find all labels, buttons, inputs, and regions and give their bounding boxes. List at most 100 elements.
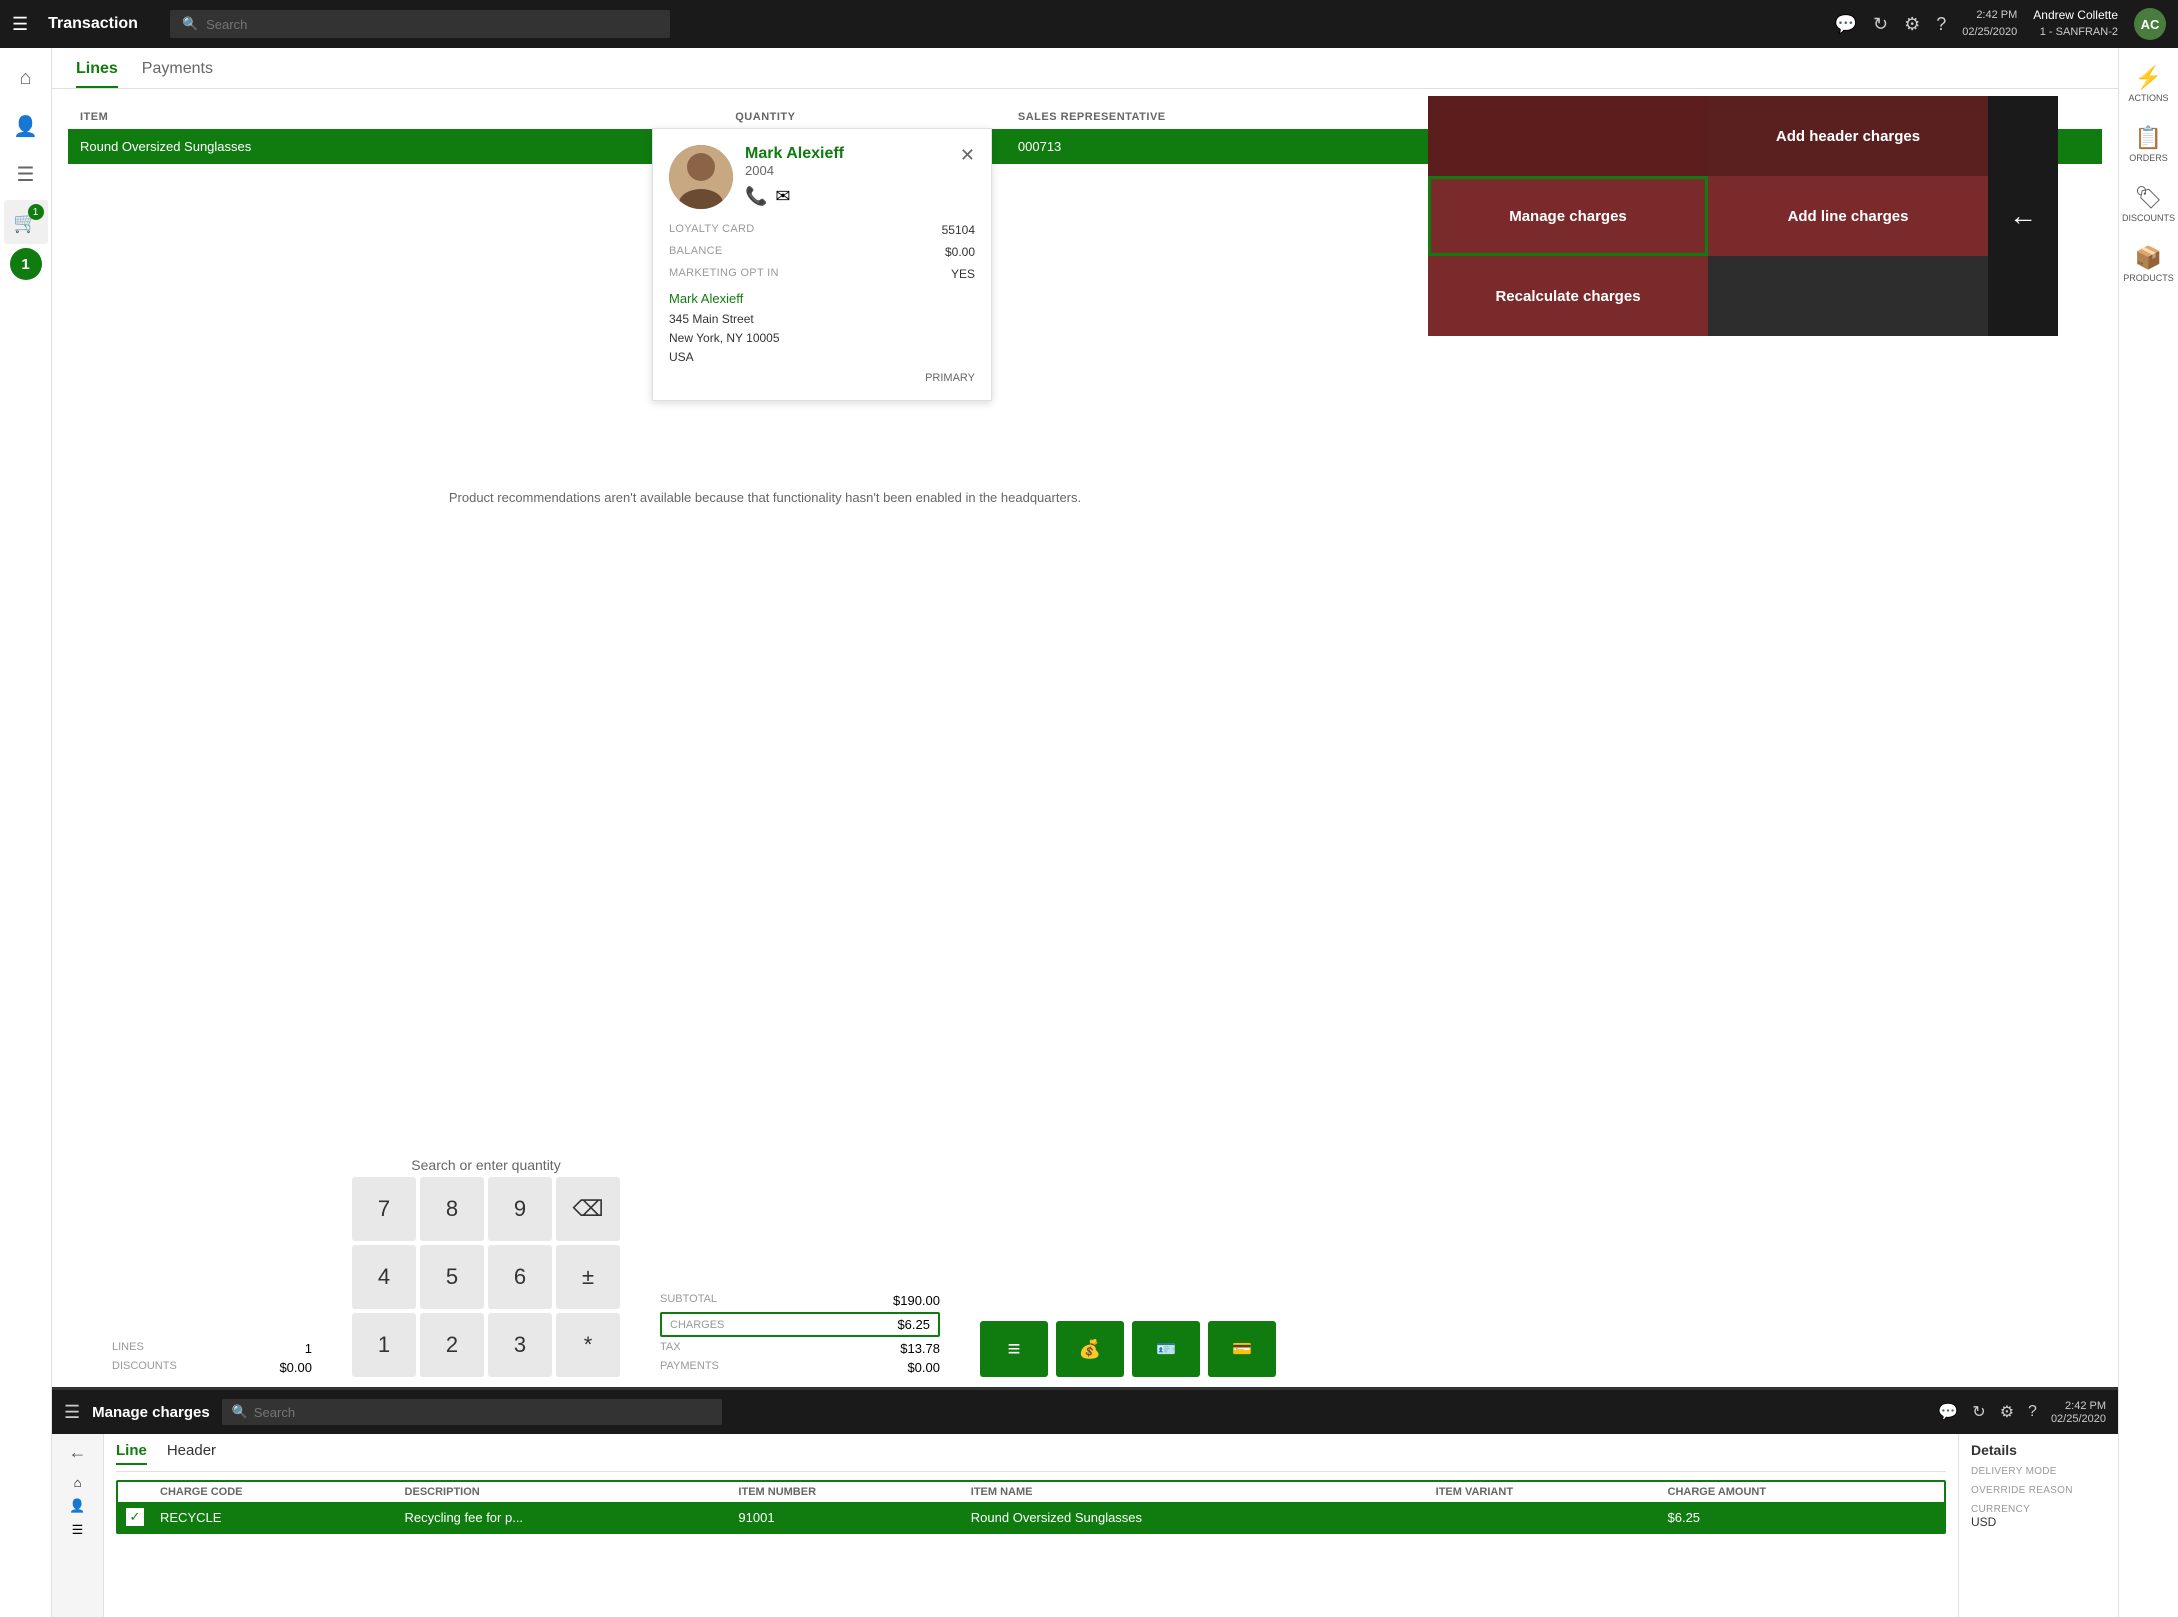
customer-link[interactable]: Mark Alexieff: [669, 291, 975, 306]
manage-charges-tabs: Line Header: [116, 1442, 1946, 1472]
row-description: Recycling fee for p...: [397, 1502, 731, 1532]
search-icon: 🔍: [182, 16, 198, 32]
row-item-name: Round Oversized Sunglasses: [963, 1502, 1428, 1532]
customer-photo: [669, 145, 733, 209]
manage-refresh-icon[interactable]: ↻: [1972, 1402, 1985, 1422]
manage-left-sidebar: ← ⌂ 👤 ☰: [52, 1434, 104, 1617]
manage-customers-icon[interactable]: 👤: [69, 1498, 85, 1514]
key-plusminus[interactable]: ±: [556, 1245, 620, 1309]
summary-right: SUBTOTAL $190.00 CHARGES $6.25 TAX $13.7…: [660, 1291, 940, 1377]
card-btn[interactable]: 🪪: [1132, 1321, 1200, 1377]
discounts-value: $0.00: [279, 1360, 312, 1375]
balance-row: BALANCE $0.00: [669, 241, 975, 263]
sidebar-orders-item[interactable]: 📋 ORDERS: [2121, 116, 2177, 172]
add-header-charges-btn[interactable]: Add header charges: [1708, 96, 1988, 176]
email-icon[interactable]: ✉: [775, 186, 790, 207]
checkbox-icon: ✓: [126, 1508, 144, 1526]
key-9[interactable]: 9: [488, 1177, 552, 1241]
tab-line[interactable]: Line: [116, 1442, 147, 1465]
override-reason-label: OVERRIDE REASON: [1971, 1485, 2106, 1496]
hamburger-icon[interactable]: ☰: [12, 14, 28, 35]
tab-header[interactable]: Header: [167, 1442, 216, 1465]
payments-value: $0.00: [907, 1360, 940, 1375]
user-avatar[interactable]: AC: [2134, 8, 2166, 40]
discounts-label: DISCOUNTS: [112, 1360, 177, 1375]
payments-row: PAYMENTS $0.00: [660, 1358, 940, 1377]
key-backspace[interactable]: ⌫: [556, 1177, 620, 1241]
manage-chat-icon[interactable]: 💬: [1938, 1402, 1958, 1422]
row-charge-code: RECYCLE: [152, 1502, 397, 1532]
bottom-area: LINES 1 DISCOUNTS $0.00 Search or enter …: [112, 1157, 2058, 1377]
manage-date: 02/25/2020: [2051, 1413, 2106, 1425]
phone-icon[interactable]: 📞: [745, 186, 767, 207]
help-icon[interactable]: ?: [1936, 14, 1946, 35]
key-7[interactable]: 7: [352, 1177, 416, 1241]
sidebar-number-badge: 1: [10, 248, 42, 280]
key-2[interactable]: 2: [420, 1313, 484, 1377]
empty-bottom-right: [1708, 256, 1988, 336]
sidebar-cart-icon[interactable]: 🛒: [4, 200, 48, 244]
key-5[interactable]: 5: [420, 1245, 484, 1309]
sidebar-menu-icon[interactable]: ☰: [4, 152, 48, 196]
manage-settings-icon[interactable]: ⚙: [2000, 1402, 2014, 1422]
manage-home-icon[interactable]: ⌂: [74, 1475, 82, 1490]
sidebar-home-icon[interactable]: ⌂: [4, 56, 48, 100]
manage-time-block: 2:42 PM 02/25/2020: [2051, 1400, 2106, 1425]
sidebar-products-item[interactable]: 📦 PRODUCTS: [2121, 236, 2177, 292]
user-name: Andrew Collette: [2033, 7, 2118, 24]
cell-item: Round Oversized Sunglasses: [68, 129, 723, 164]
sidebar-actions-item[interactable]: ⚡ ACTIONS: [2121, 56, 2177, 112]
customer-details: LOYALTY CARD 55104 BALANCE $0.00 MARKETI…: [669, 219, 975, 285]
numpad-label: Search or enter quantity: [411, 1157, 560, 1173]
tab-payments[interactable]: Payments: [142, 60, 213, 88]
add-line-charges-btn[interactable]: Add line charges: [1708, 176, 1988, 256]
manage-charges-btn[interactable]: Manage charges: [1428, 176, 1708, 256]
marketing-label: MARKETING OPT IN: [669, 267, 779, 281]
customer-address: 345 Main Street New York, NY 10005 USA: [669, 310, 975, 368]
manage-hamburger-icon[interactable]: ☰: [64, 1402, 80, 1423]
discounts-row: DISCOUNTS $0.00: [112, 1358, 312, 1377]
key-3[interactable]: 3: [488, 1313, 552, 1377]
manage-back-icon[interactable]: ←: [69, 1442, 87, 1463]
manage-charges-details: Details DELIVERY MODE OVERRIDE REASON CU…: [1958, 1434, 2118, 1617]
manage-search-bar[interactable]: 🔍: [222, 1399, 722, 1425]
actions-icon: ⚡: [2135, 65, 2162, 91]
back-icon: ←: [2009, 200, 2037, 232]
manage-menu-icon[interactable]: ☰: [72, 1522, 84, 1538]
search-input[interactable]: [206, 17, 658, 32]
key-1[interactable]: 1: [352, 1313, 416, 1377]
search-bar[interactable]: 🔍: [170, 10, 670, 38]
wallet-btn[interactable]: 💳: [1208, 1321, 1276, 1377]
lines-label: LINES: [112, 1341, 144, 1356]
settings-icon[interactable]: ⚙: [1904, 14, 1920, 35]
close-customer-icon[interactable]: ✕: [960, 145, 975, 166]
key-8[interactable]: 8: [420, 1177, 484, 1241]
manage-table-row[interactable]: ✓ RECYCLE Recycling fee for p... 91001 R…: [118, 1502, 1944, 1532]
discount-icon-btn[interactable]: 💰: [1056, 1321, 1124, 1377]
currency-label: CURRENCY: [1971, 1504, 2106, 1515]
page-tabs: Lines Payments: [52, 48, 2118, 89]
manage-charges-content: ← ⌂ 👤 ☰ Line Header: [52, 1434, 2118, 1617]
charges-box: CHARGES $6.25: [660, 1312, 940, 1337]
content-area: Lines Payments ITEM QUANTITY SALES REPRE…: [52, 48, 2118, 1617]
key-multiply[interactable]: *: [556, 1313, 620, 1377]
col-item: ITEM: [68, 105, 723, 129]
chat-icon[interactable]: 💬: [1835, 14, 1857, 35]
lines-value: 1: [305, 1341, 312, 1356]
lines-row: LINES 1: [112, 1339, 312, 1358]
equals-btn[interactable]: ≡: [980, 1321, 1048, 1377]
sidebar-discounts-item[interactable]: 🏷 DISCOUNTS: [2121, 176, 2177, 232]
tab-lines[interactable]: Lines: [76, 60, 118, 88]
manage-help-icon[interactable]: ?: [2028, 1403, 2037, 1421]
actions-label: ACTIONS: [2128, 93, 2168, 103]
manage-search-input[interactable]: [254, 1405, 712, 1420]
subtotal-value: $190.00: [893, 1293, 940, 1308]
back-btn[interactable]: ←: [1988, 96, 2058, 336]
sidebar-customers-icon[interactable]: 👤: [4, 104, 48, 148]
customer-info: Mark Alexieff 2004 📞 ✉: [733, 145, 960, 207]
loyalty-card-row: LOYALTY CARD 55104: [669, 219, 975, 241]
key-4[interactable]: 4: [352, 1245, 416, 1309]
refresh-icon[interactable]: ↻: [1873, 14, 1888, 35]
key-6[interactable]: 6: [488, 1245, 552, 1309]
recalculate-charges-btn[interactable]: Recalculate charges: [1428, 256, 1708, 336]
